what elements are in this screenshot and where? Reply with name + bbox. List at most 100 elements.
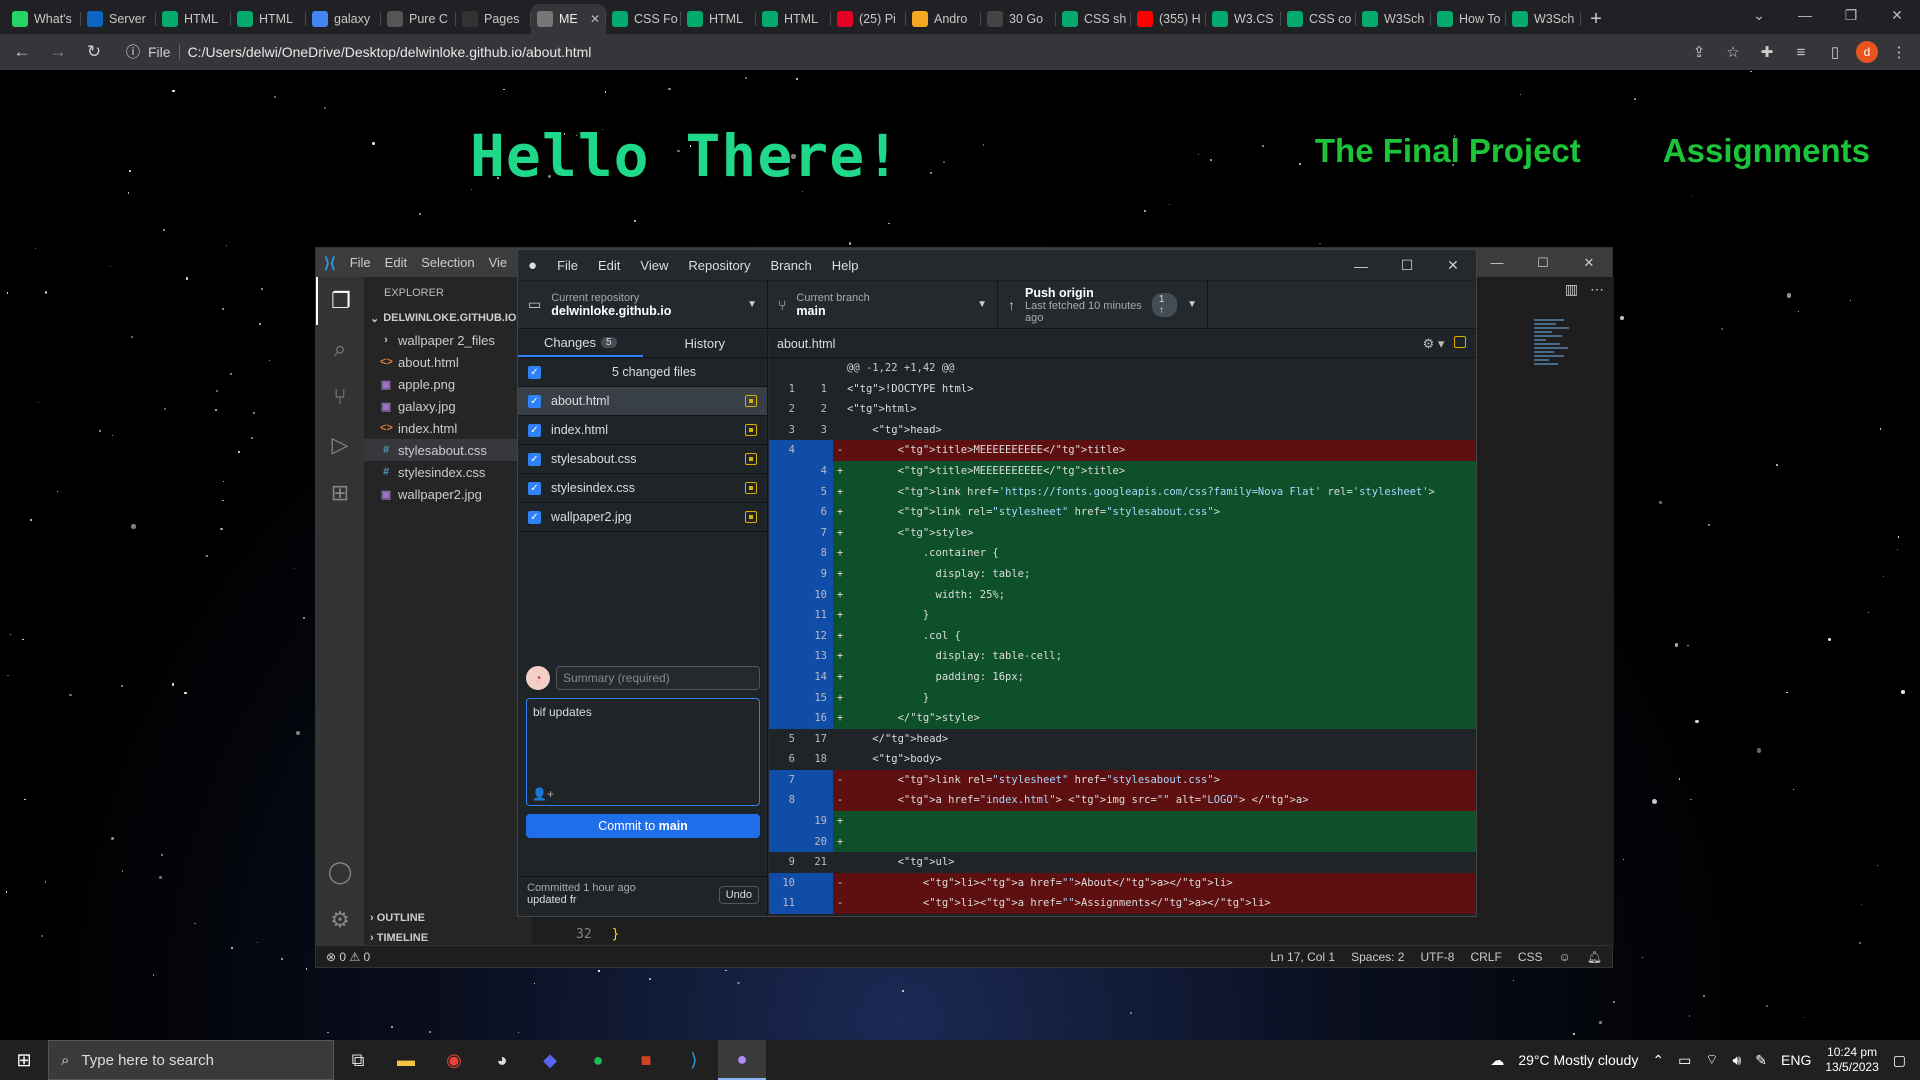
more-actions-icon[interactable]: ⋯ <box>1590 281 1604 298</box>
checkbox-checked-icon[interactable]: ✓ <box>528 510 541 524</box>
tab-search-icon[interactable]: ⌄ <box>1736 0 1782 30</box>
close-tab-icon[interactable]: ✕ <box>590 12 600 26</box>
cursor-position[interactable]: Ln 17, Col 1 <box>1270 950 1335 964</box>
battery-icon[interactable]: ▭ <box>1678 1052 1691 1069</box>
spotify-icon[interactable]: ● <box>574 1040 622 1080</box>
steam-icon[interactable]: ◕ <box>478 1040 526 1080</box>
diff-line[interactable]: 9 + display: table; <box>769 563 1476 585</box>
diff-line[interactable]: 16 + </"tg">style> <box>769 708 1476 729</box>
language-mode[interactable]: CSS <box>1518 950 1543 964</box>
diff-line[interactable]: 4 + <"tg">title>MEEEEEEEEEE</"tg">title> <box>769 460 1476 482</box>
file-tree-item[interactable]: ▣ galaxy.jpg <box>364 395 532 417</box>
split-editor-icon[interactable]: ▥ <box>1565 281 1578 298</box>
gh-menu-branch[interactable]: Branch <box>771 258 812 273</box>
browser-tab[interactable]: HTML <box>156 4 231 34</box>
diff-line[interactable]: 7 - <"tg">link rel="stylesheet" href="sty… <box>769 769 1476 791</box>
outline-section[interactable]: › OUTLINE <box>370 912 425 924</box>
browser-tab[interactable]: CSS co <box>1281 4 1356 34</box>
file-tree-item[interactable]: # stylesabout.css <box>364 439 532 461</box>
encoding[interactable]: UTF-8 <box>1420 950 1454 964</box>
browser-tab[interactable]: Pages <box>456 4 531 34</box>
file-explorer-icon[interactable]: ▬ <box>382 1040 430 1080</box>
diff-line[interactable]: 5 17 </"tg">head> <box>769 728 1476 750</box>
reading-list-icon[interactable]: ≡ <box>1788 39 1814 65</box>
browser-tab[interactable]: How To <box>1431 4 1506 34</box>
chevron-up-icon[interactable]: ⌃ <box>1652 1052 1664 1069</box>
diff-line[interactable]: 20 + <box>769 831 1476 853</box>
diff-line[interactable]: 14 + padding: 16px; <box>769 666 1476 688</box>
wifi-icon[interactable]: ⌔ <box>1705 1051 1718 1069</box>
weather-icon[interactable]: ☁ <box>1490 1052 1504 1069</box>
vscode-icon[interactable]: ⟩ <box>670 1040 718 1080</box>
discord-icon[interactable]: ◆ <box>526 1040 574 1080</box>
bookmark-star-icon[interactable]: ☆ <box>1720 39 1746 65</box>
minimize-button[interactable]: — <box>1474 248 1520 277</box>
weather-text[interactable]: 29°C Mostly cloudy <box>1518 1052 1638 1068</box>
diff-line[interactable]: 4 - <"tg">title>MEEEEEEEEEE</"tg">title> <box>769 440 1476 461</box>
file-tree-item[interactable]: <> index.html <box>364 417 532 439</box>
changed-file-row[interactable]: ✓ stylesabout.css <box>518 445 767 474</box>
diff-line[interactable]: @@ -1,22 +1,42 @@ <box>769 358 1476 379</box>
browser-tab[interactable]: ME ✕ <box>531 4 606 34</box>
browser-tab[interactable]: (25) Pi <box>831 4 906 34</box>
close-button[interactable]: ✕ <box>1430 250 1476 281</box>
back-button[interactable]: ← <box>8 38 36 66</box>
minimize-button[interactable]: — <box>1782 0 1828 30</box>
line-ending[interactable]: CRLF <box>1470 950 1501 964</box>
new-tab-button[interactable]: + <box>1581 4 1611 34</box>
tab-history[interactable]: History <box>643 330 768 357</box>
omnibox[interactable]: ⓘ File C:/Users/delwi/OneDrive/Desktop/d… <box>116 38 1678 66</box>
forward-button[interactable]: → <box>44 38 72 66</box>
taskbar-search[interactable]: ⌕ Type here to search <box>48 1040 334 1080</box>
browser-tab[interactable]: CSS Fo <box>606 4 681 34</box>
browser-tab[interactable]: galaxy <box>306 4 381 34</box>
current-repository-dropdown[interactable]: ▭ Current repository delwinloke.github.io… <box>518 281 768 328</box>
diff-line[interactable]: 8 - <"tg">a href="index.html"> <"tg">img … <box>769 790 1476 812</box>
diff-line[interactable]: 13 + display: table-cell; <box>769 646 1476 667</box>
extensions-icon[interactable]: ✚ <box>1754 39 1780 65</box>
menu-edit[interactable]: Edit <box>385 255 407 270</box>
gh-menu-repository[interactable]: Repository <box>688 258 750 273</box>
current-branch-dropdown[interactable]: ⑂ Current branch main ▼ <box>768 281 998 328</box>
file-tree-item[interactable]: › wallpaper 2_files <box>364 329 532 351</box>
diff-line[interactable]: 8 + .container { <box>769 543 1476 564</box>
diff-line[interactable]: 11 - <"tg">li><"tg">a href="">Assignments… <box>769 893 1476 915</box>
powerpoint-icon[interactable]: ■ <box>622 1040 670 1080</box>
diff-line[interactable]: 1 1 <"tg">!DOCTYPE html> <box>769 378 1476 400</box>
nav-link-final-project[interactable]: The Final Project <box>1315 132 1581 170</box>
info-icon[interactable]: ⓘ <box>126 42 140 62</box>
changed-file-row[interactable]: ✓ stylesindex.css <box>518 474 767 503</box>
close-button[interactable]: ✕ <box>1566 248 1612 277</box>
pen-icon[interactable]: ✎ <box>1755 1052 1767 1069</box>
caret-down-icon[interactable]: ▼ <box>1187 299 1197 310</box>
menu-file[interactable]: File <box>350 255 371 270</box>
diff-line[interactable]: 15 + } <box>769 687 1476 709</box>
nav-link-assignments[interactable]: Assignments <box>1663 132 1870 170</box>
run-debug-icon[interactable]: ▷ <box>316 421 364 469</box>
diff-line[interactable]: 9 21 <"tg">ul> <box>769 852 1476 873</box>
file-tree-item[interactable]: <> about.html <box>364 351 532 373</box>
chrome-icon[interactable]: ◉ <box>430 1040 478 1080</box>
feedback-icon[interactable]: ☺ <box>1559 950 1571 964</box>
windows-start-icon[interactable]: ⊞ <box>0 1040 48 1080</box>
file-tree-item[interactable]: # stylesindex.css <box>364 461 532 483</box>
tab-changes[interactable]: Changes 5 <box>518 330 643 357</box>
browser-tab[interactable]: 30 Go <box>981 4 1056 34</box>
diff-line[interactable]: 7 + <"tg">style> <box>769 522 1476 544</box>
diff-line[interactable]: 6 18 <"tg">body> <box>769 749 1476 770</box>
diff-line[interactable]: 6 + <"tg">link rel="stylesheet" href="sty… <box>769 502 1476 523</box>
diff-line[interactable]: 2 2 <"tg">html> <box>769 399 1476 420</box>
problems-indicator[interactable]: ⊗ 0 ⚠ 0 <box>326 950 370 964</box>
description-textarea[interactable]: bif updates 👤+ <box>526 698 760 806</box>
browser-tab[interactable]: Pure C <box>381 4 456 34</box>
browser-tab[interactable]: (355) H <box>1131 4 1206 34</box>
diff-line[interactable]: 10 + width: 25%; <box>769 584 1476 606</box>
clock[interactable]: 10:24 pm 13/5/2023 <box>1825 1045 1878 1075</box>
changed-file-row[interactable]: ✓ index.html <box>518 416 767 445</box>
project-folder[interactable]: ⌄ DELWINLOKE.GITHUB.IO <box>364 307 532 329</box>
diff-line[interactable]: 5 + <"tg">link href='https://fonts.google… <box>769 481 1476 503</box>
profile-avatar[interactable]: d <box>1856 41 1878 63</box>
diff-line[interactable]: 10 - <"tg">li><"tg">a href="">About</"tg"… <box>769 872 1476 894</box>
github-desktop-icon[interactable]: ● <box>718 1040 766 1080</box>
explorer-icon[interactable]: ❐ <box>316 277 364 325</box>
